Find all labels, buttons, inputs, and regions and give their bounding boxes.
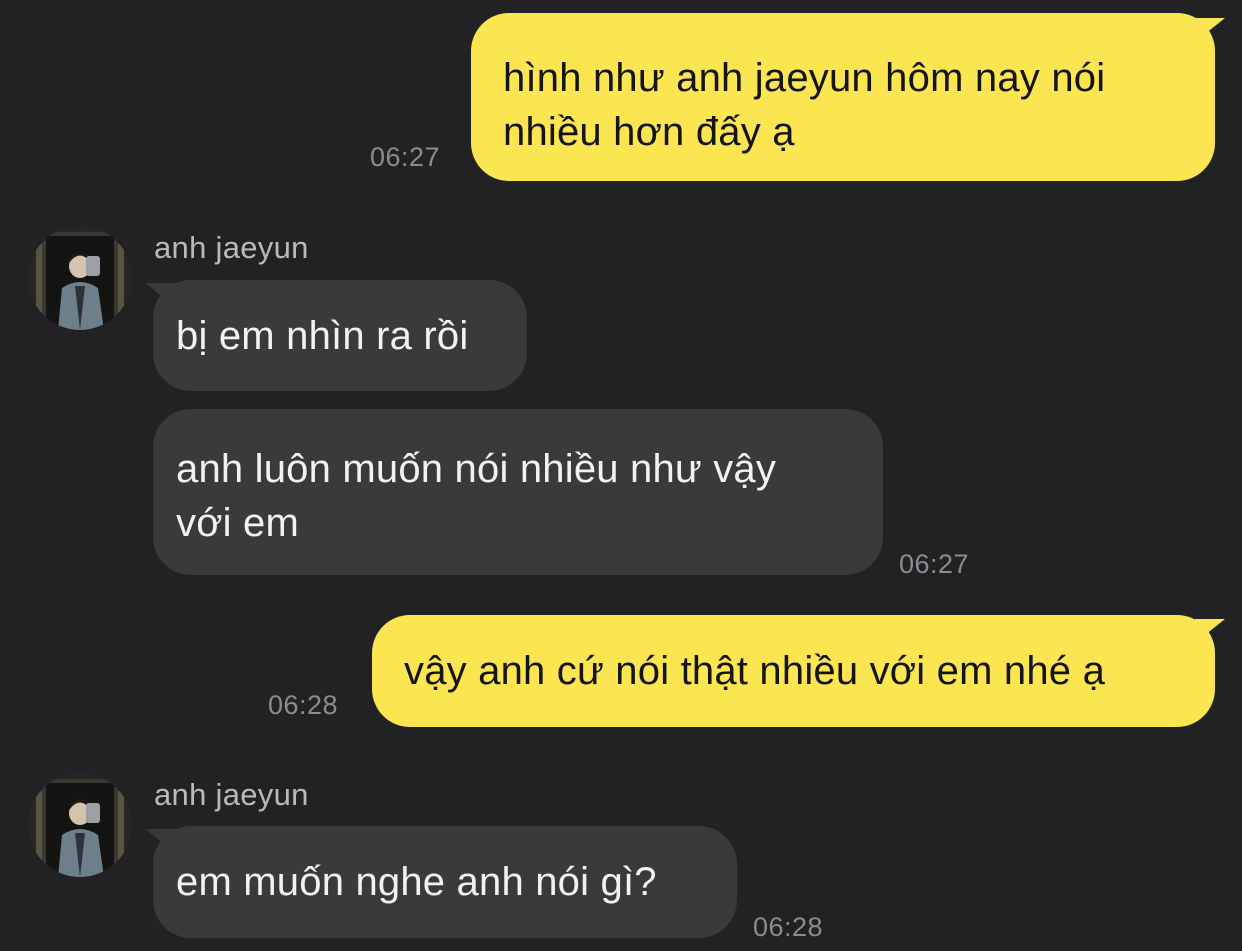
sender-avatar[interactable] (28, 226, 132, 330)
message-timestamp: 06:28 (753, 912, 824, 942)
sender-avatar[interactable] (28, 773, 132, 877)
message-text-line: với em (176, 501, 299, 545)
incoming-message-bubble[interactable]: anh luôn muốn nói nhiều như vậy với em (153, 409, 883, 575)
profile-photo-icon (28, 773, 132, 877)
message-text-line: anh luôn muốn nói nhiều như vậy (176, 447, 777, 491)
incoming-message-bubble[interactable]: bị em nhìn ra rồi (153, 280, 527, 391)
sender-name: anh jaeyun (154, 777, 309, 812)
incoming-message-bubble[interactable]: em muốn nghe anh nói gì? (153, 826, 737, 938)
outgoing-message-bubble[interactable]: hình như anh jaeyun hôm nay nói nhiều hơ… (471, 13, 1215, 181)
outgoing-message-bubble[interactable]: vậy anh cứ nói thật nhiều với em nhé ạ (372, 615, 1215, 727)
sender-name: anh jaeyun (154, 230, 309, 265)
message-timestamp: 06:27 (370, 142, 441, 172)
message-text-line: nhiều hơn đấy ạ (503, 110, 795, 154)
message-timestamp: 06:28 (268, 690, 339, 720)
profile-photo-icon (28, 226, 132, 330)
message-timestamp: 06:27 (899, 549, 970, 579)
message-text-line: bị em nhìn ra rồi (176, 314, 469, 358)
message-text-line: hình như anh jaeyun hôm nay nói (503, 56, 1106, 100)
message-text-line: em muốn nghe anh nói gì? (176, 860, 657, 904)
message-text-line: vậy anh cứ nói thật nhiều với em nhé ạ (404, 649, 1106, 693)
